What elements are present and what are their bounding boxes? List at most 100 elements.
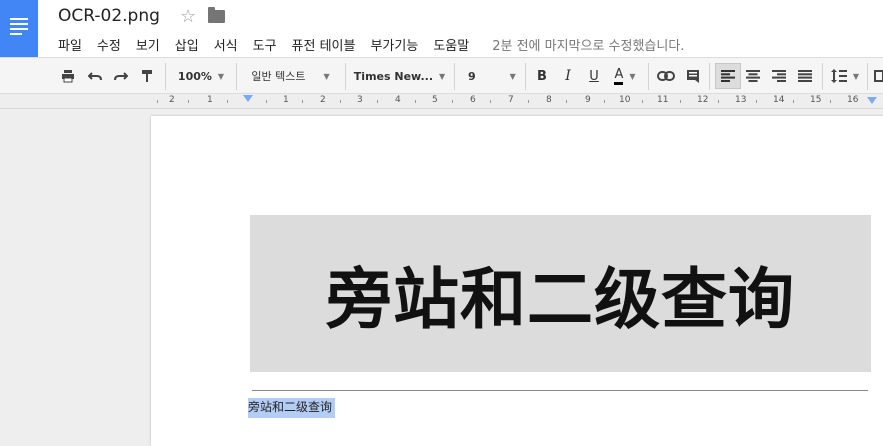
comment-icon[interactable] bbox=[682, 65, 704, 87]
ruler-tick bbox=[340, 100, 341, 103]
ruler-label: 1 bbox=[283, 95, 289, 105]
ruler-label: 10 bbox=[619, 95, 631, 105]
text-color-letter: A bbox=[614, 67, 624, 85]
more-options-icon[interactable] bbox=[873, 65, 883, 87]
ruler-tick bbox=[718, 100, 719, 103]
ruler-tick bbox=[157, 100, 158, 103]
ruler-tick bbox=[490, 100, 491, 103]
ruler-tick bbox=[266, 100, 267, 103]
style-select[interactable]: 일반 텍스트 ▼ bbox=[243, 65, 338, 87]
align-center-icon[interactable] bbox=[742, 65, 764, 87]
ruler-label: 16 bbox=[847, 95, 859, 105]
ruler-label: 1 bbox=[207, 95, 213, 105]
chevron-down-icon: ▼ bbox=[323, 71, 330, 81]
menu-fusion-tables[interactable]: 퓨전 테이블 bbox=[292, 35, 356, 54]
toolbar-divider bbox=[867, 63, 868, 90]
toolbar: 100% ▼ 일반 텍스트 ▼ Times New... ▼ 9 ▼ B I U A ▼ … bbox=[0, 57, 883, 94]
font-select[interactable]: Times New... ▼ bbox=[352, 65, 447, 87]
font-size-value: 9 bbox=[468, 69, 476, 83]
zoom-value: 100% bbox=[177, 69, 212, 83]
docs-home-icon[interactable] bbox=[0, 0, 38, 57]
ruler-tick bbox=[377, 100, 378, 103]
ruler-tick bbox=[756, 100, 757, 103]
ruler-label: 14 bbox=[773, 95, 785, 105]
ruler-label: 2 bbox=[169, 95, 175, 105]
ruler-label: 8 bbox=[546, 95, 552, 105]
ruler-label: 7 bbox=[508, 95, 514, 105]
image-text: 旁站和二级查询 bbox=[326, 260, 795, 338]
align-left-icon[interactable] bbox=[715, 63, 741, 89]
ruler-tick bbox=[830, 100, 831, 103]
ruler-tick bbox=[680, 100, 681, 103]
ruler-label: 12 bbox=[697, 95, 709, 105]
menu-insert[interactable]: 삽입 bbox=[175, 35, 199, 54]
menu-addons[interactable]: 부가기능 bbox=[370, 35, 418, 54]
underline-button[interactable]: U bbox=[583, 65, 605, 87]
text-color-button[interactable]: A ▼ bbox=[608, 65, 642, 87]
chevron-down-icon: ▼ bbox=[629, 71, 636, 81]
last-saved-status[interactable]: 2분 전에 마지막으로 수정했습니다. bbox=[492, 35, 684, 54]
ruler-label: 5 bbox=[432, 95, 438, 105]
bold-button[interactable]: B bbox=[531, 65, 553, 87]
italic-button[interactable]: I bbox=[557, 65, 579, 87]
redo-icon[interactable] bbox=[110, 65, 132, 87]
ruler-tick bbox=[188, 100, 189, 103]
ruler-label: 3 bbox=[357, 95, 363, 105]
indent-marker-icon[interactable] bbox=[243, 95, 253, 102]
line-spacing-icon[interactable]: ▼ bbox=[828, 65, 862, 87]
docs-header: OCR-02.png ☆ 파일 수정 보기 삽입 서식 도구 퓨전 테이블 부가… bbox=[0, 0, 883, 57]
menu-format[interactable]: 서식 bbox=[214, 35, 238, 54]
ruler-label: 15 bbox=[810, 95, 822, 105]
horizontal-rule bbox=[252, 390, 868, 391]
star-icon[interactable]: ☆ bbox=[180, 6, 196, 27]
ruler-tick bbox=[566, 100, 567, 103]
link-icon[interactable] bbox=[655, 65, 677, 87]
ruler-tick bbox=[604, 100, 605, 103]
print-icon[interactable] bbox=[57, 65, 79, 87]
toolbar-divider bbox=[822, 63, 823, 90]
ruler-label: 13 bbox=[735, 95, 747, 105]
ocr-result-text[interactable]: 旁站和二级查询 bbox=[248, 398, 336, 418]
menu-bar: 파일 수정 보기 삽입 서식 도구 퓨전 테이블 부가기능 도움말 2분 전에 … bbox=[58, 35, 684, 54]
justify-icon[interactable] bbox=[794, 65, 816, 87]
toolbar-divider bbox=[454, 63, 455, 90]
ruler-label: 6 bbox=[470, 95, 476, 105]
document-title[interactable]: OCR-02.png bbox=[58, 6, 160, 26]
embedded-image[interactable]: 旁站和二级查询 bbox=[250, 215, 871, 372]
doc-lines-icon bbox=[10, 18, 28, 35]
style-value: 일반 텍스트 bbox=[251, 70, 306, 83]
menu-tools[interactable]: 도구 bbox=[253, 35, 277, 54]
chevron-down-icon: ▼ bbox=[439, 71, 446, 81]
ruler-tick bbox=[528, 100, 529, 103]
chevron-down-icon: ▼ bbox=[509, 71, 516, 81]
folder-icon[interactable] bbox=[208, 7, 225, 23]
toolbar-divider bbox=[165, 63, 166, 90]
menu-help[interactable]: 도움말 bbox=[433, 35, 469, 54]
undo-icon[interactable] bbox=[84, 65, 106, 87]
menu-view[interactable]: 보기 bbox=[136, 35, 160, 54]
ruler-label: 11 bbox=[657, 95, 669, 105]
font-size-select[interactable]: 9 ▼ bbox=[462, 65, 522, 87]
right-indent-marker-icon[interactable] bbox=[867, 97, 877, 104]
ruler-tick bbox=[302, 100, 303, 103]
ruler[interactable]: 2 1 1 2 3 4 5 6 7 8 9 10 11 12 13 14 15 … bbox=[0, 94, 883, 109]
zoom-select[interactable]: 100% ▼ bbox=[172, 65, 230, 87]
ruler-tick bbox=[415, 100, 416, 103]
chevron-down-icon: ▼ bbox=[217, 71, 225, 81]
toolbar-divider bbox=[648, 63, 649, 90]
toolbar-divider bbox=[236, 63, 237, 90]
paint-format-icon[interactable] bbox=[136, 65, 158, 87]
chevron-down-icon: ▼ bbox=[852, 71, 860, 81]
ruler-label: 2 bbox=[320, 95, 326, 105]
toolbar-divider bbox=[709, 63, 710, 90]
ruler-label: 9 bbox=[585, 95, 591, 105]
ruler-tick bbox=[793, 100, 794, 103]
menu-file[interactable]: 파일 bbox=[58, 35, 82, 54]
align-right-icon[interactable] bbox=[768, 65, 790, 87]
ruler-tick bbox=[452, 100, 453, 103]
menu-edit[interactable]: 수정 bbox=[97, 35, 121, 54]
ruler-tick bbox=[227, 100, 228, 103]
ruler-label: 4 bbox=[395, 95, 401, 105]
ruler-tick bbox=[642, 100, 643, 103]
toolbar-divider bbox=[525, 63, 526, 90]
